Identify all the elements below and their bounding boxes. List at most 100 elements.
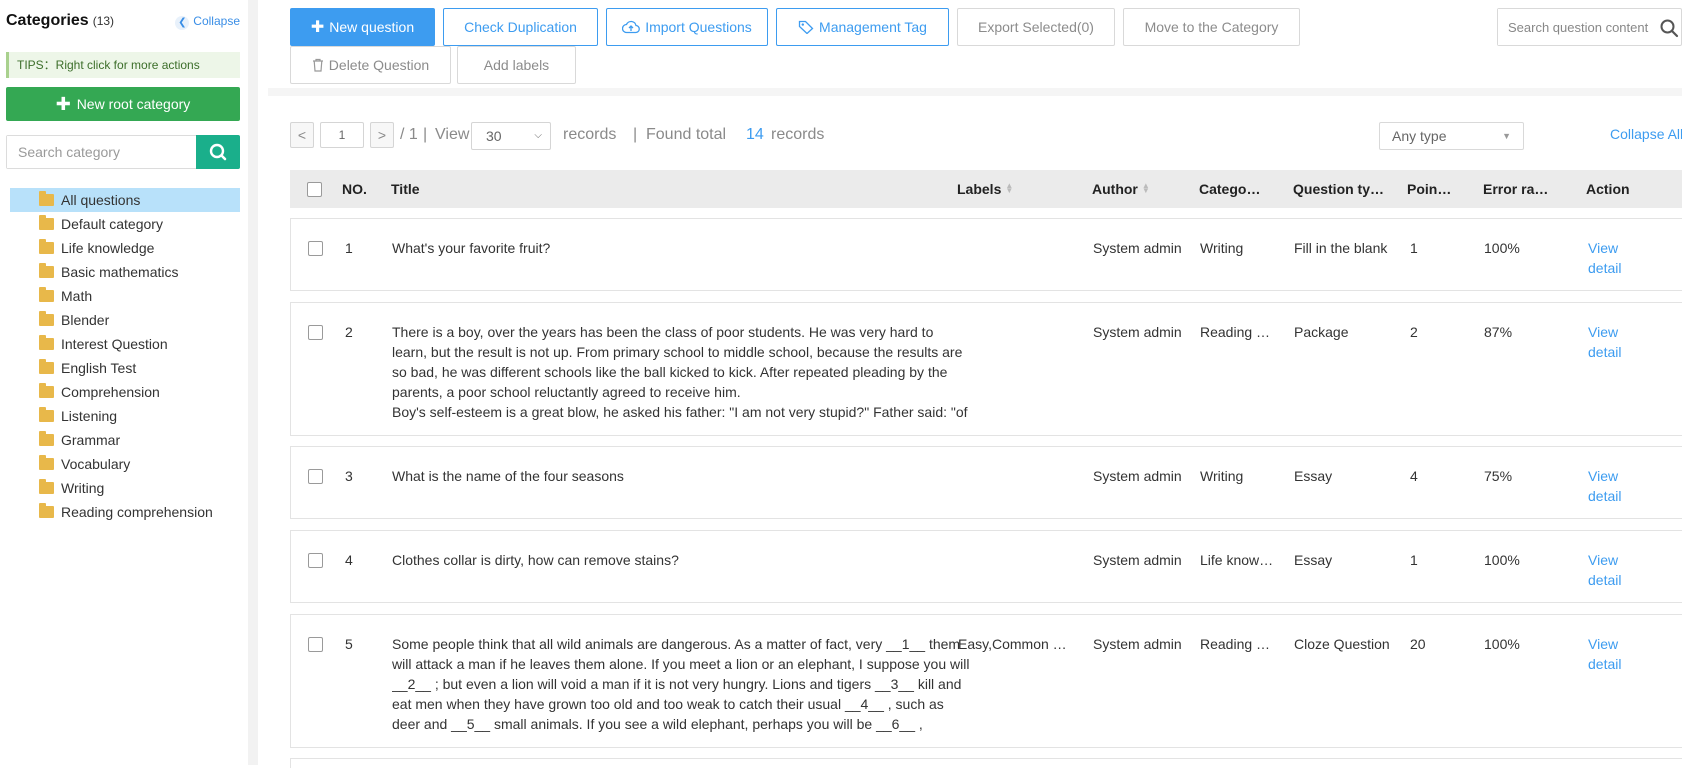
sort-icon: ▲ ▼ (1141, 181, 1150, 195)
row-points: 1 (1410, 240, 1418, 256)
question-type-value: Any type (1392, 128, 1447, 144)
folder-icon (39, 239, 54, 254)
category-count: (13) (92, 14, 115, 28)
category-item[interactable]: Listening (10, 404, 240, 428)
category-label: All questions (61, 192, 141, 208)
row-checkbox[interactable] (308, 325, 323, 340)
category-label: Default category (61, 216, 163, 232)
row-question-type: Cloze Question (1294, 636, 1390, 652)
question-title: Clothes collar is dirty, how can remove … (392, 552, 679, 568)
add-labels-button[interactable]: Add labels (457, 46, 576, 84)
category-label: Writing (61, 480, 105, 496)
new-root-category-button[interactable]: ✚ New root category (6, 87, 240, 121)
folder-icon (39, 191, 54, 206)
row-points: 2 (1410, 324, 1418, 340)
page-number-input[interactable]: 1 (320, 122, 364, 148)
table-row (290, 758, 1682, 768)
category-tree: All questions Default category Life know… (10, 188, 240, 524)
next-page-button[interactable]: > (370, 122, 394, 148)
folder-icon (39, 311, 54, 326)
category-item[interactable]: Math (10, 284, 240, 308)
category-item[interactable]: Interest Question (10, 332, 240, 356)
category-label: Interest Question (61, 336, 168, 352)
category-item[interactable]: All questions (10, 188, 240, 212)
collapse-all-link[interactable]: Collapse All (1610, 126, 1682, 142)
question-search-input[interactable] (1498, 9, 1658, 45)
management-tag-button[interactable]: Management Tag (776, 8, 949, 46)
records-label: records (771, 126, 825, 143)
column-action: Action (1586, 181, 1630, 197)
row-points: 4 (1410, 468, 1418, 484)
delete-question-button[interactable]: Delete Question (290, 46, 451, 84)
tag-icon (798, 20, 814, 34)
row-checkbox[interactable] (308, 469, 323, 484)
delete-question-label: Delete Question (328, 57, 430, 73)
column-author-text: Author (1092, 181, 1138, 197)
question-search (1497, 8, 1682, 46)
row-checkbox[interactable] (308, 637, 323, 652)
export-selected-button[interactable]: Export Selected(0) (957, 8, 1115, 46)
row-checkbox[interactable] (308, 553, 323, 568)
view-detail-link[interactable]: View detail (1588, 550, 1628, 590)
column-points: Poin… (1407, 181, 1452, 197)
category-item[interactable]: Comprehension (10, 380, 240, 404)
row-error-rate: 100% (1484, 552, 1520, 568)
category-item[interactable]: Blender (10, 308, 240, 332)
category-sidebar: Categories (13) ❮ Collapse TIPS：Right clic… (0, 0, 258, 765)
category-item[interactable]: Basic mathematics (10, 260, 240, 284)
question-title: There is a boy, over the years has been … (392, 324, 963, 400)
category-label: Listening (61, 408, 118, 424)
select-all-checkbox[interactable] (307, 182, 322, 197)
question-main-panel: ✚ New question Check Duplication Import Q… (268, 0, 1682, 768)
question-title: What is the name of the four seasons (392, 468, 624, 484)
row-category: Writing (1200, 468, 1244, 484)
new-question-button[interactable]: ✚ New question (290, 8, 435, 46)
row-question-type: Fill in the blank (1294, 240, 1388, 256)
category-item[interactable]: Grammar (10, 428, 240, 452)
category-item[interactable]: Vocabulary (10, 452, 240, 476)
category-item[interactable]: English Test (10, 356, 240, 380)
row-author: System admin (1093, 240, 1182, 256)
import-questions-button[interactable]: Import Questions (606, 8, 768, 46)
per-page-select[interactable]: 30 ⌵ (471, 122, 551, 150)
column-labels[interactable]: Labels ▲ ▼ (957, 170, 1013, 208)
check-duplication-button[interactable]: Check Duplication (443, 8, 598, 46)
column-question-type: Question ty… (1293, 181, 1385, 197)
view-detail-link[interactable]: View detail (1588, 634, 1628, 674)
per-page-value: 30 (486, 128, 502, 144)
search-icon[interactable] (1659, 18, 1679, 38)
row-no: 1 (345, 240, 353, 256)
column-author[interactable]: Author ▲ ▼ (1092, 170, 1150, 208)
view-detail-link[interactable]: View detail (1588, 466, 1628, 506)
row-error-rate: 75% (1484, 468, 1513, 484)
category-label: Vocabulary (61, 456, 131, 472)
category-label: Life knowledge (61, 240, 155, 256)
category-item[interactable]: Life knowledge (10, 236, 240, 260)
trash-icon (312, 58, 323, 72)
folder-icon (39, 335, 54, 350)
category-item[interactable]: Reading comprehension (10, 500, 240, 524)
new-root-label: New root category (76, 96, 191, 112)
table-row: 5 Some people think that all wild animal… (290, 614, 1682, 748)
category-item[interactable]: Writing (10, 476, 240, 500)
collapse-sidebar-button[interactable]: ❮ Collapse (175, 14, 240, 30)
move-to-category-button[interactable]: Move to the Category (1123, 8, 1300, 46)
question-type-filter[interactable]: Any type ▼ (1379, 122, 1524, 150)
view-detail-link[interactable]: View detail (1588, 322, 1628, 362)
view-label: View (435, 126, 470, 143)
category-label: Reading comprehension (61, 504, 213, 520)
category-search-input[interactable] (7, 136, 197, 168)
row-error-rate: 87% (1484, 324, 1513, 340)
row-author: System admin (1093, 324, 1182, 340)
row-no: 3 (345, 468, 353, 484)
table-row: 2 There is a boy, over the years has bee… (290, 302, 1682, 436)
pager-separator: | (423, 126, 428, 143)
row-author: System admin (1093, 552, 1182, 568)
row-checkbox[interactable] (308, 241, 323, 256)
collapse-label: Collapse (193, 14, 240, 28)
category-search-button[interactable] (196, 135, 240, 169)
category-item[interactable]: Default category (10, 212, 240, 236)
view-detail-link[interactable]: View detail (1588, 238, 1628, 278)
prev-page-button[interactable]: < (290, 122, 314, 148)
folder-icon (39, 479, 54, 494)
